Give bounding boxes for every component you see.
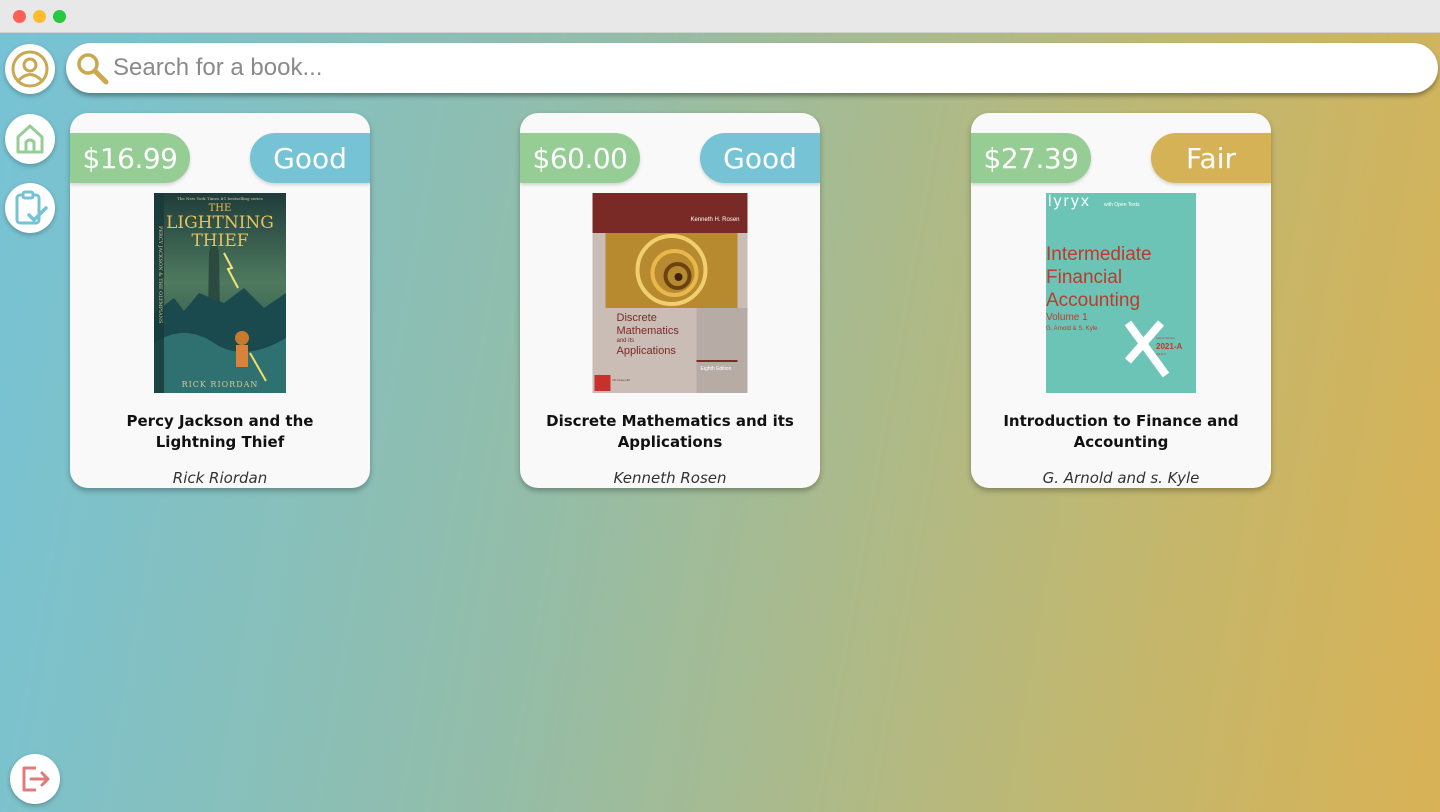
cover-version-label: Latest Version xyxy=(1156,336,1176,340)
search-input[interactable] xyxy=(113,54,1393,82)
book-card[interactable]: $16.99 Good The New York Times #1 bestse… xyxy=(70,113,370,488)
logout-icon xyxy=(22,766,50,792)
book-cover-image: lyryx with Open Texts Intermediate Finan… xyxy=(1046,193,1196,393)
clipboard-check-icon xyxy=(15,190,48,225)
orders-button[interactable] xyxy=(5,183,55,233)
window-maximize-button[interactable] xyxy=(53,10,66,23)
book-card[interactable]: $60.00 Good Kenneth H. Rosen Discrete Ma… xyxy=(520,113,820,488)
search-bar xyxy=(66,43,1438,93)
cover-title-line3: THIEF xyxy=(191,231,249,251)
book-cover-image: Kenneth H. Rosen Discrete Mathematics an… xyxy=(592,193,748,393)
book-card[interactable]: $27.39 Fair lyryx with Open Texts Interm… xyxy=(971,113,1271,488)
cover-tagline: The New York Times #1 bestselling series xyxy=(177,196,263,201)
cover-title-line4: Applications xyxy=(616,345,676,357)
cover-title-line1: Intermediate xyxy=(1046,244,1152,265)
book-author: G. Arnold and s. Kyle xyxy=(1042,469,1200,487)
book-title: Introduction to Finance and Accounting xyxy=(1003,412,1239,451)
book-title: Discrete Mathematics and its Application… xyxy=(546,412,794,451)
cover-title-line2: Financial xyxy=(1046,267,1123,288)
price-badge: $16.99 xyxy=(70,133,190,183)
cover-edition: Eighth Edition xyxy=(700,366,732,372)
condition-badge: Good xyxy=(250,133,370,183)
cover-publisher: Mc Graw Hill xyxy=(612,378,630,382)
cover-title-line2: LIGHTNING xyxy=(166,213,274,233)
logout-button[interactable] xyxy=(10,754,60,804)
cover-title-line1: Discrete xyxy=(616,312,657,324)
cover-title-line3: Accounting xyxy=(1046,290,1141,311)
price-badge: $27.39 xyxy=(971,133,1091,183)
cover-spine-text: PERCY JACKSON & THE OLYMPIANS xyxy=(157,226,163,324)
search-icon[interactable] xyxy=(75,51,109,85)
cover-title-line2: Mathematics xyxy=(616,325,679,337)
book-author: Rick Riordan xyxy=(172,469,268,487)
app-main: $16.99 Good xyxy=(0,33,1440,812)
home-icon xyxy=(16,124,44,154)
cover-brand: lyryx xyxy=(1048,193,1091,210)
cover-title-line3: and its xyxy=(616,338,635,344)
home-button[interactable] xyxy=(5,114,55,164)
price-badge: $60.00 xyxy=(520,133,640,183)
window-titlebar xyxy=(0,0,1440,33)
book-title: Percy Jackson and the Lightning Thief xyxy=(126,412,314,451)
condition-badge: Fair xyxy=(1151,133,1271,183)
window-close-button[interactable] xyxy=(13,10,26,23)
book-cover-image: The New York Times #1 bestselling series… xyxy=(154,193,286,393)
cover-volume: Volume 1 xyxy=(1046,312,1088,323)
cover-version: 2021-A xyxy=(1156,342,1183,351)
user-circle-icon xyxy=(11,50,49,88)
cover-author: Kenneth H. Rosen xyxy=(690,217,740,223)
cover-brand-sub: with Open Texts xyxy=(1104,202,1140,208)
cover-authors: G. Arnold & S. Kyle xyxy=(1046,326,1098,332)
window-minimize-button[interactable] xyxy=(33,10,46,23)
condition-badge: Good xyxy=(700,133,820,183)
cover-version-sub: (32 ET) xyxy=(1156,352,1167,356)
book-author: Kenneth Rosen xyxy=(613,469,727,487)
cover-author: RICK RIORDAN xyxy=(181,380,259,389)
profile-button[interactable] xyxy=(5,44,55,94)
